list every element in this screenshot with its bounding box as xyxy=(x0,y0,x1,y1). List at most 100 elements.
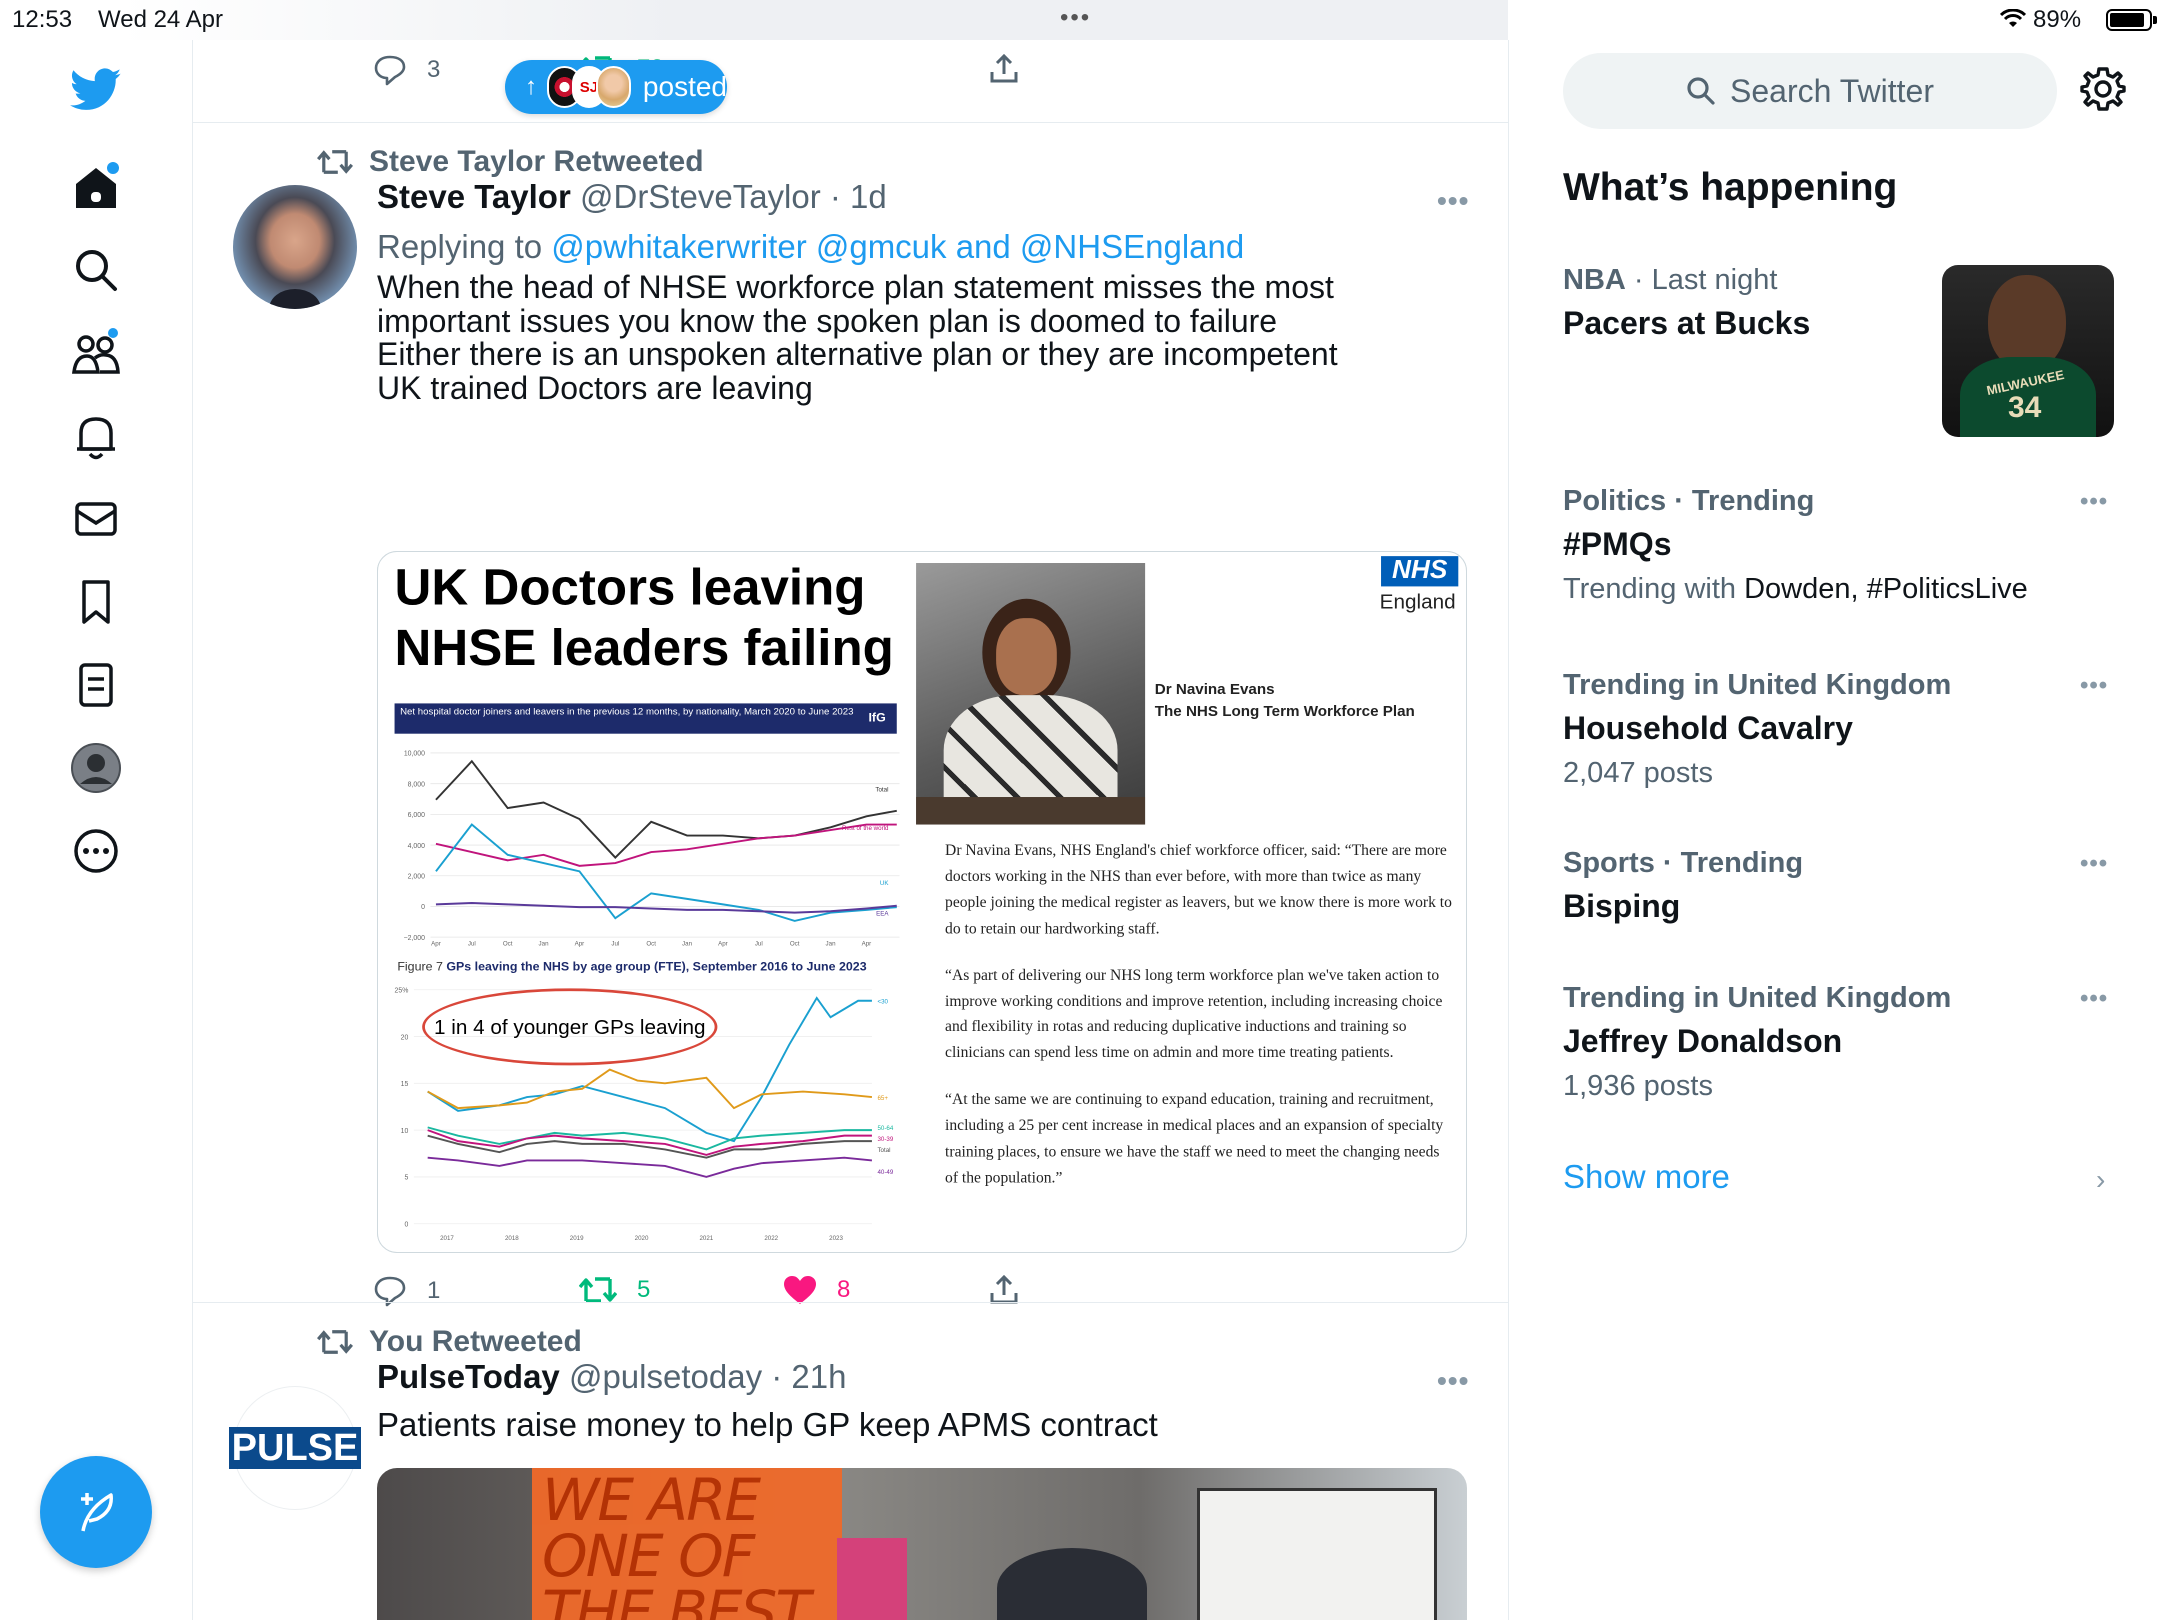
trend-more-icon[interactable]: ••• xyxy=(2080,985,2108,1013)
y-tick-label: −2,000 xyxy=(404,935,425,942)
retweet-button[interactable]: 5 xyxy=(579,1275,650,1305)
gear-icon[interactable] xyxy=(2080,66,2126,117)
author-name[interactable]: PulseToday xyxy=(377,1358,560,1395)
wifi-icon xyxy=(1999,8,2027,36)
tweet-media[interactable]: WE ARE ONE OF THE BEST xyxy=(377,1468,1467,1620)
search-input[interactable]: Search Twitter xyxy=(1563,53,2057,129)
x-tick-label: Jan xyxy=(539,941,550,948)
annotation-ellipse: 1 in 4 of younger GPs leaving xyxy=(422,988,718,1066)
share-button[interactable] xyxy=(989,1273,1019,1305)
tweet[interactable]: Steve Taylor Retweeted Steve Taylor @DrS… xyxy=(193,123,1508,1307)
home-icon[interactable] xyxy=(66,157,126,217)
x-tick-label: 2021 xyxy=(699,1235,713,1242)
trend-sub: Trending with Dowden, #PoliticsLive xyxy=(1563,573,2123,606)
trend-more-icon[interactable]: ••• xyxy=(2080,850,2108,878)
x-tick-label: Oct xyxy=(646,941,656,948)
fig7-title: GPs leaving the NHS by age group (FTE), … xyxy=(446,959,867,974)
heart-filled-icon xyxy=(784,1276,816,1304)
compose-icon xyxy=(81,1493,113,1532)
share-button[interactable] xyxy=(989,52,1019,84)
list-icon[interactable] xyxy=(66,655,126,715)
author-handle[interactable]: @pulsetoday xyxy=(569,1358,762,1395)
tweet[interactable]: You Retweeted PULSE PulseToday @pulsetod… xyxy=(193,1303,1508,1620)
fig7-prefix: Figure 7 xyxy=(397,959,443,974)
communities-icon[interactable] xyxy=(66,323,126,383)
trend-item[interactable]: Trending in United Kingdom Household Cav… xyxy=(1563,669,2123,790)
show-more-link[interactable]: Show more xyxy=(1563,1158,1730,1196)
mail-icon[interactable] xyxy=(66,489,126,549)
x-tick-label: 2022 xyxy=(764,1235,778,1242)
more-options-icon[interactable]: ••• xyxy=(1437,185,1469,217)
y-tick-label: 15 xyxy=(401,1081,409,1088)
trend-sub-terms[interactable]: Dowden, #PoliticsLive xyxy=(1744,573,2028,605)
trend-context: Trending in United Kingdom xyxy=(1563,982,1952,1014)
trend-context: Sports · Trending xyxy=(1563,847,1804,879)
photo-caption: Dr Navina Evans The NHS Long Term Workfo… xyxy=(1155,679,1415,723)
trend-post-count: 1,936 posts xyxy=(1563,1070,1713,1102)
tweet-time[interactable]: · 1d xyxy=(830,178,887,215)
y-tick-label: 10 xyxy=(401,1128,409,1135)
search-icon[interactable] xyxy=(66,240,126,300)
navina-evans-photo xyxy=(916,563,1146,825)
x-tick-label: 2023 xyxy=(829,1235,843,1242)
trend-item[interactable]: Sports · Trending Bisping xyxy=(1563,847,2123,925)
tweet-media-card[interactable]: UK Doctors leaving NHSE leaders failing … xyxy=(377,551,1467,1253)
search-icon xyxy=(1687,77,1715,105)
y-tick-label: 10,000 xyxy=(404,751,425,758)
like-button[interactable]: 8 xyxy=(783,1275,850,1305)
trend-category: NBA xyxy=(1563,264,1626,296)
bell-icon[interactable] xyxy=(66,406,126,466)
more-options-icon[interactable]: ••• xyxy=(1437,1365,1469,1397)
x-tick-label: Jan xyxy=(682,941,693,948)
x-tick-label: Oct xyxy=(503,941,513,948)
headline-line-2: NHSE leaders failing xyxy=(394,619,894,676)
multitasking-dots-icon[interactable]: ••• xyxy=(1060,4,1091,32)
tweet-time[interactable]: · 21h xyxy=(771,1358,846,1395)
legend-label: 40-49 xyxy=(877,1169,893,1176)
y-tick-label: 20 xyxy=(401,1034,409,1041)
replying-to-links[interactable]: @pwhitakerwriter @gmcuk and @NHSEngland xyxy=(551,228,1244,265)
y-tick-label: 8,000 xyxy=(408,781,425,788)
x-tick-label: Apr xyxy=(575,941,585,948)
compose-button[interactable] xyxy=(40,1456,152,1568)
avatar[interactable] xyxy=(233,185,357,309)
x-tick-label: Apr xyxy=(431,941,441,948)
x-tick-label: 2020 xyxy=(635,1235,649,1242)
twitter-logo-icon[interactable] xyxy=(66,60,126,120)
tweet-author[interactable]: PulseToday @pulsetoday · 21h xyxy=(377,1358,846,1396)
chevron-right-icon[interactable]: › xyxy=(2096,1164,2105,1196)
annotation-text: 1 in 4 of younger GPs leaving xyxy=(434,1015,706,1039)
nba-player-image[interactable]: MILWAUKEE 34 xyxy=(1942,265,2114,437)
trend-more-icon[interactable]: ••• xyxy=(2080,488,2108,516)
author-name[interactable]: Steve Taylor xyxy=(377,178,571,215)
reply-button[interactable]: 3 xyxy=(373,54,440,86)
avatar xyxy=(596,66,631,108)
trend-title: Jeffrey Donaldson xyxy=(1563,1023,1843,1059)
x-tick-label: 2019 xyxy=(570,1235,584,1242)
tweet-author[interactable]: Steve Taylor @DrSteveTaylor · 1d xyxy=(377,178,887,216)
status-bar-background xyxy=(0,0,1508,40)
more-icon[interactable] xyxy=(66,821,126,881)
legend-label: Rest of the world xyxy=(842,825,889,832)
timeline: 3 72 ↑ SJ posted Steve Taylor Retweeted xyxy=(193,40,1509,1620)
sign-text: WE ARE ONE OF THE BEST xyxy=(542,1468,811,1620)
status-date: Wed 24 Apr xyxy=(98,6,223,33)
retweet-icon xyxy=(317,1330,353,1354)
x-tick-label: 2017 xyxy=(440,1235,454,1242)
sidebar xyxy=(0,40,193,1620)
new-posts-pill[interactable]: ↑ SJ posted xyxy=(505,60,727,114)
legend-label: Total xyxy=(875,787,888,794)
trend-item[interactable]: Trending in United Kingdom Jeffrey Donal… xyxy=(1563,982,2123,1103)
trend-item[interactable]: Politics · Trending #PMQs Trending with … xyxy=(1563,485,2123,606)
legend-label: UK xyxy=(880,880,889,887)
battery-icon xyxy=(2106,9,2157,31)
protest-sign: WE ARE ONE OF THE BEST xyxy=(532,1468,842,1620)
author-handle[interactable]: @DrSteveTaylor xyxy=(580,178,821,215)
avatar[interactable]: PULSE xyxy=(228,1386,362,1510)
retweeted-by: You Retweeted xyxy=(317,1325,582,1359)
profile-icon[interactable] xyxy=(66,738,126,798)
trend-context: Politics · Trending xyxy=(1563,485,1815,517)
legend-label: EEA xyxy=(876,910,889,917)
bookmark-icon[interactable] xyxy=(66,572,126,632)
trend-more-icon[interactable]: ••• xyxy=(2080,672,2108,700)
